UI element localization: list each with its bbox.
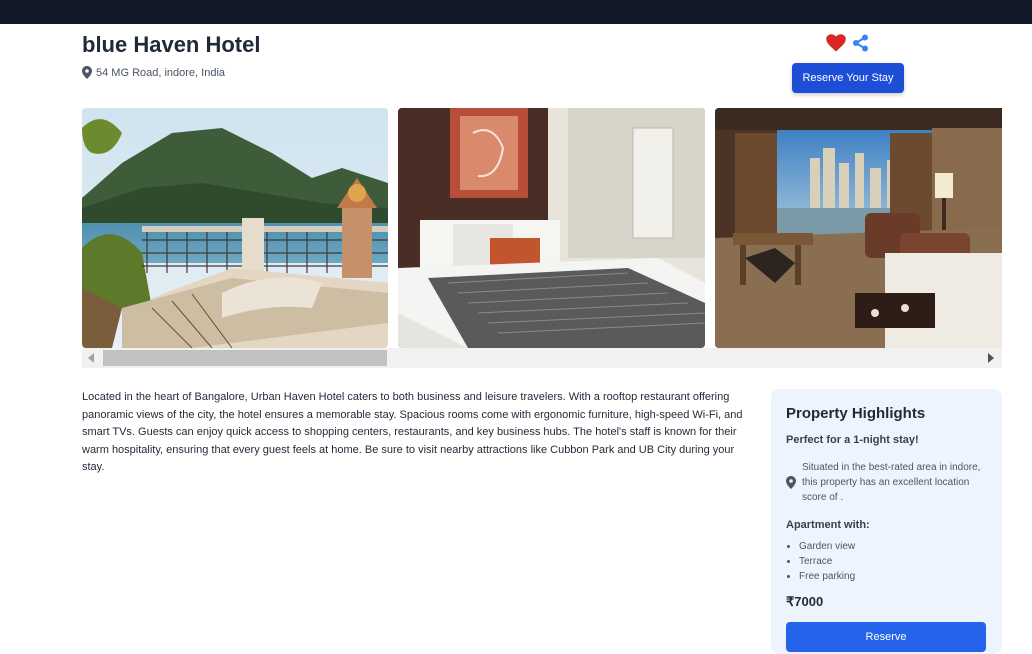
amenity-item: Free parking — [799, 569, 987, 584]
location-highlight: Situated in the best-rated area in indor… — [786, 460, 987, 505]
share-icon[interactable] — [852, 34, 869, 52]
balcony-lake-image — [82, 108, 388, 348]
property-highlights-panel: Property Highlights Perfect for a 1-nigh… — [771, 389, 1002, 654]
highlights-subtitle: Perfect for a 1-night stay! — [786, 434, 919, 446]
map-pin-icon — [82, 66, 92, 79]
top-navbar — [0, 0, 1032, 24]
scroll-right-arrow-icon[interactable] — [988, 353, 994, 363]
map-pin-icon — [786, 476, 796, 489]
hotel-title: blue Haven Hotel — [82, 32, 261, 57]
gallery-photo-bedroom[interactable] — [398, 108, 705, 348]
scrollbar-thumb[interactable] — [103, 350, 387, 366]
photo-gallery[interactable] — [82, 108, 1002, 348]
price: ₹7000 — [786, 594, 824, 609]
reserve-your-stay-button[interactable]: Reserve Your Stay — [792, 63, 904, 93]
hotel-actions — [826, 34, 869, 52]
highlights-title: Property Highlights — [786, 405, 926, 422]
scroll-left-arrow-icon[interactable] — [88, 353, 94, 363]
gallery-photo-balcony[interactable] — [82, 108, 388, 348]
reserve-button[interactable]: Reserve — [786, 622, 986, 652]
city-view-room-image — [715, 108, 1002, 348]
apartment-heading: Apartment with: — [786, 519, 870, 531]
gallery-scrollbar[interactable] — [82, 348, 1002, 368]
amenities-list: Garden view Terrace Free parking — [786, 539, 987, 584]
bedroom-suite-image — [398, 108, 705, 348]
amenity-item: Garden view — [799, 539, 987, 554]
amenity-item: Terrace — [799, 554, 987, 569]
gallery-photo-cityview[interactable] — [715, 108, 1002, 348]
hotel-address: 54 MG Road, indore, India — [82, 66, 225, 79]
hotel-description: Located in the heart of Bangalore, Urban… — [82, 391, 743, 474]
address-text: 54 MG Road, indore, India — [96, 66, 226, 79]
heart-icon[interactable] — [826, 34, 846, 52]
location-score-text: Situated in the best-rated area in indor… — [802, 462, 981, 503]
